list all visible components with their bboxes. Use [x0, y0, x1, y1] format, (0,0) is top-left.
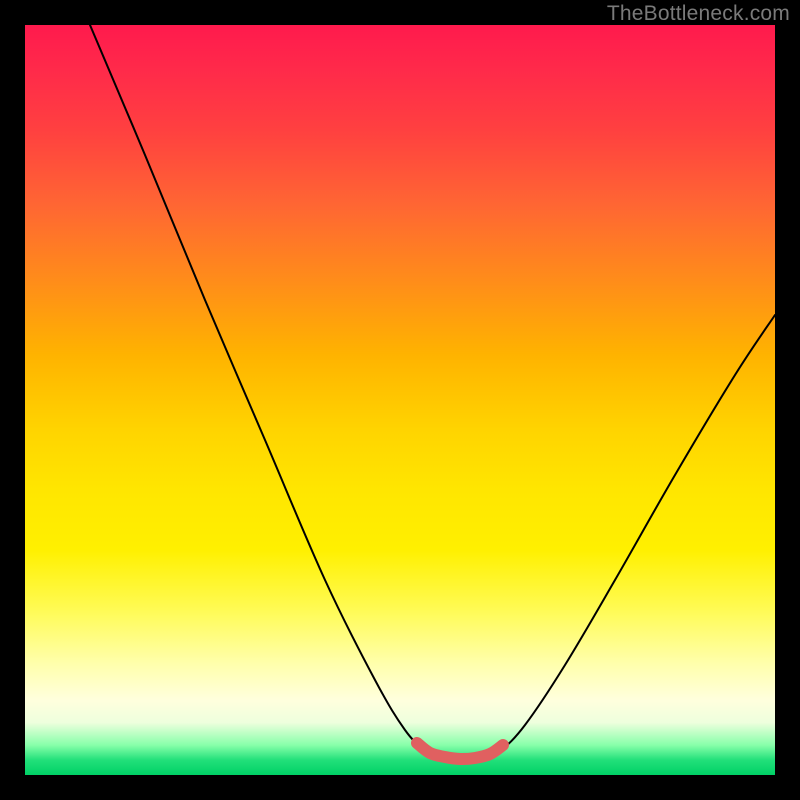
- chart-frame: TheBottleneck.com: [0, 0, 800, 800]
- chart-plot-area: [25, 25, 775, 775]
- watermark-label: TheBottleneck.com: [607, 2, 790, 26]
- bottleneck-curve: [90, 25, 775, 761]
- chart-svg: [25, 25, 775, 775]
- bottleneck-valley-highlight: [417, 743, 503, 759]
